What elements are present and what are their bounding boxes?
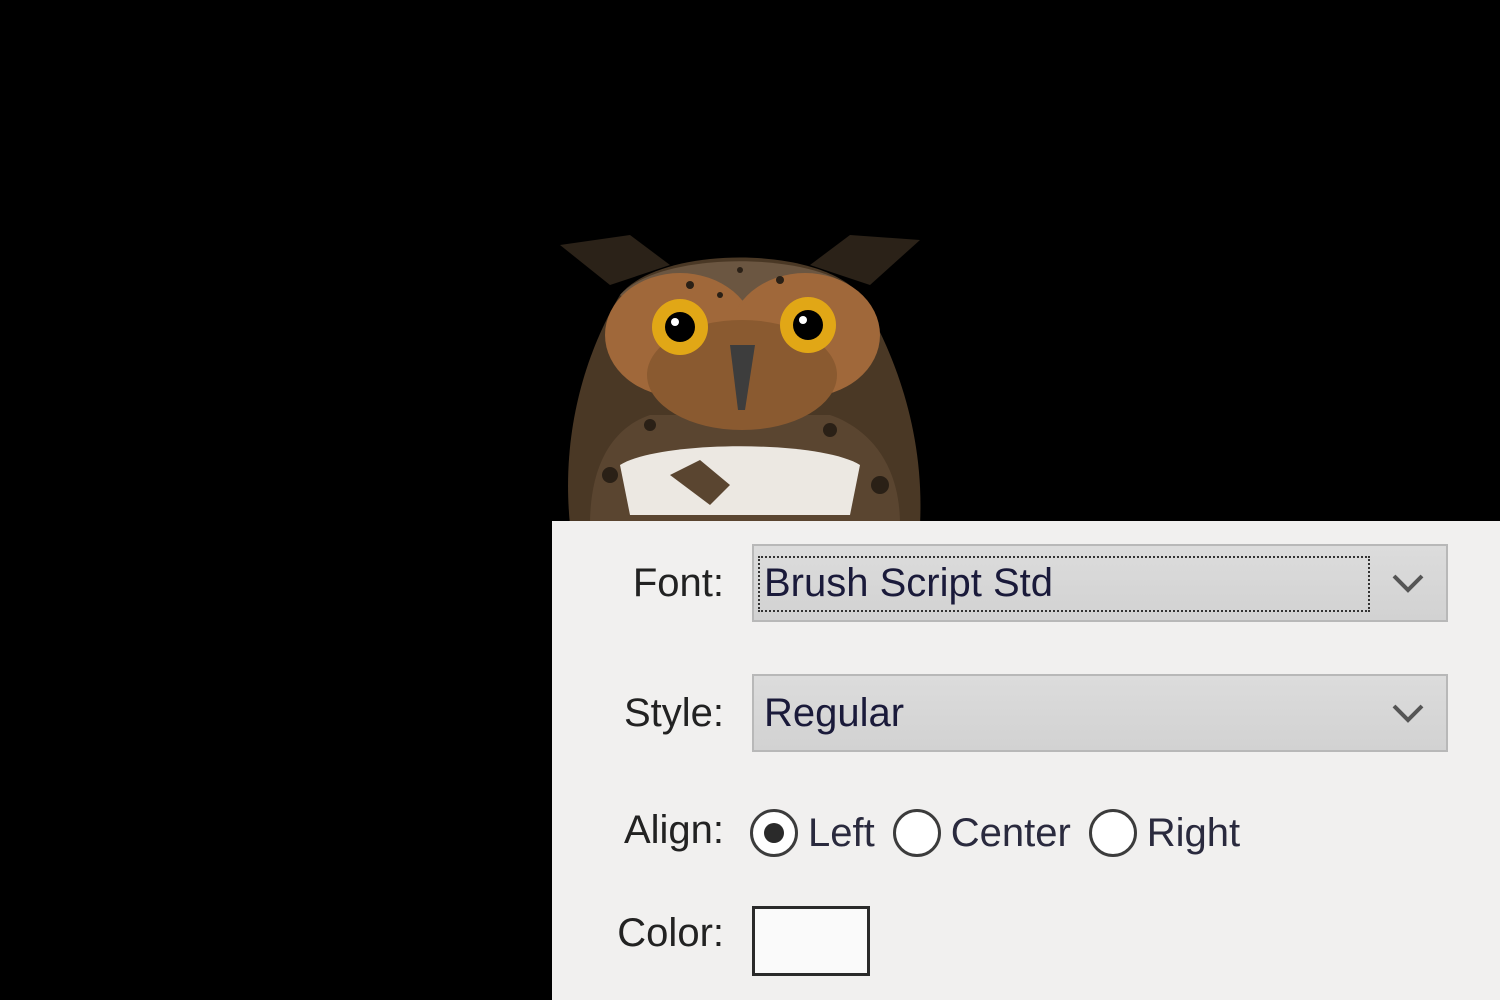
- style-label: Style:: [623, 691, 724, 735]
- color-swatch[interactable]: [752, 906, 870, 976]
- radio-unchecked-icon[interactable]: [892, 809, 941, 857]
- align-center-label: Center: [950, 810, 1071, 855]
- style-dropdown[interactable]: Regular: [752, 674, 1448, 752]
- align-right-label: Right: [1146, 810, 1241, 855]
- chevron-down-icon[interactable]: [1370, 546, 1446, 620]
- style-dropdown-value: Regular: [764, 691, 905, 735]
- text-options-panel: Font: Brush Script Std Style: Regular Al…: [552, 521, 1500, 1000]
- align-center-radio[interactable]: Center: [892, 809, 1071, 857]
- radio-checked-icon[interactable]: [750, 809, 798, 857]
- radio-unchecked-icon[interactable]: [1088, 809, 1137, 857]
- font-dropdown-value: Brush Script Std: [764, 561, 1054, 605]
- align-label: Align:: [623, 808, 724, 852]
- align-left-radio[interactable]: Left: [750, 809, 875, 857]
- align-left-label: Left: [808, 810, 875, 855]
- align-radio-group: Left Center Right: [750, 803, 1258, 863]
- color-label: Color:: [617, 911, 724, 955]
- font-label: Font:: [632, 561, 724, 605]
- align-right-radio[interactable]: Right: [1088, 809, 1241, 857]
- chevron-down-icon[interactable]: [1370, 676, 1446, 750]
- owl-photo: [560, 235, 921, 525]
- font-dropdown[interactable]: Brush Script Std: [752, 544, 1448, 622]
- photo-canvas: Font: Brush Script Std Style: Regular Al…: [0, 0, 1500, 1000]
